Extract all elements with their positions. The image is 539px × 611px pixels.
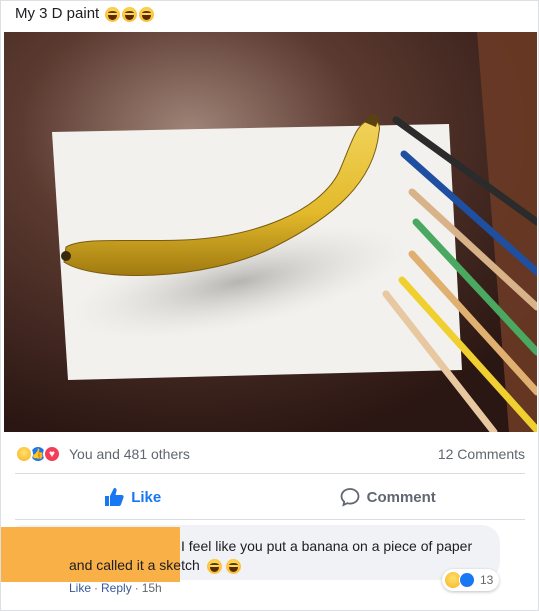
laughing-emoji-icon [206, 558, 222, 574]
comment-reaction-count[interactable]: 13 [442, 569, 500, 591]
comment-meta: Like · Reply · 15h [69, 581, 162, 595]
thumbs-up-icon [105, 488, 124, 506]
comment-button[interactable]: Comment [340, 487, 436, 507]
reactions-left[interactable]: 👍 ♥ You and 481 others [15, 445, 190, 463]
love-reaction-icon: ♥ [43, 445, 61, 463]
laughing-emoji-icon [105, 6, 121, 22]
comment-body: I feel like you put a banana on a piece … [69, 537, 489, 575]
post-actions: Like Comment [15, 479, 525, 515]
facebook-post: My 3 D paint 👍 ♥ You and 481 others 12 C… [0, 0, 539, 611]
like-reaction-icon [459, 572, 475, 588]
reaction-icons: 👍 ♥ [15, 445, 61, 463]
comment-bubble-icon [340, 488, 360, 507]
comment-reaction-number: 13 [480, 573, 494, 587]
comment-timestamp[interactable]: 15h [142, 581, 162, 595]
like-button-label: Like [131, 488, 162, 506]
haha-reaction-icon [15, 445, 33, 463]
reactions-summary-text[interactable]: You and 481 others [69, 446, 190, 462]
separator: · [134, 581, 139, 595]
comment-button-label: Comment [366, 488, 436, 506]
divider [15, 519, 525, 520]
comments-count-link[interactable]: 12 Comments [438, 446, 525, 462]
laughing-emoji-icon [139, 6, 155, 22]
post-caption: My 3 D paint [15, 5, 155, 23]
reactions-summary-bar: 👍 ♥ You and 481 others 12 Comments [15, 443, 525, 465]
divider [15, 473, 525, 474]
comment-line-2: and called it a sketch [69, 557, 241, 574]
laughing-emoji-icon [122, 6, 138, 22]
separator: · [94, 581, 99, 595]
post-photo[interactable] [4, 32, 537, 432]
laughing-emoji-icon [225, 558, 241, 574]
comment-line-2-text: and called it a sketch [69, 557, 200, 573]
like-button[interactable]: Like [104, 487, 161, 507]
comment-reply-link[interactable]: Reply [101, 581, 132, 595]
comment-like-link[interactable]: Like [69, 581, 91, 595]
post-caption-text: My 3 D paint [15, 5, 100, 22]
comment-line-1: I feel like you put a banana on a piece … [181, 538, 473, 554]
